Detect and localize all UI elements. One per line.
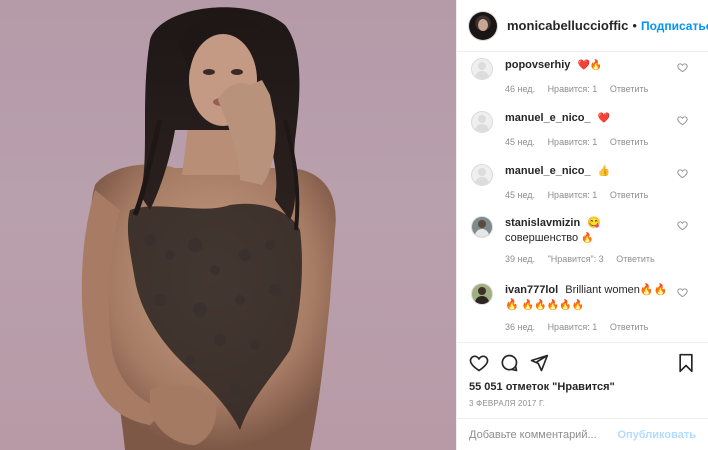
heart-icon[interactable]: [469, 353, 489, 373]
comment-item: popovserhiy ❤️🔥 46 нед. Нравится: 1 Отве…: [469, 58, 700, 106]
header-separator: •: [632, 18, 637, 33]
comment-emoji: 🔥: [581, 233, 594, 244]
comment-heart-icon[interactable]: [677, 220, 688, 231]
comment-body: manuel_e_nico_ 👍: [505, 164, 674, 179]
reply-button[interactable]: Ответить: [610, 190, 648, 200]
likes-number: 55 051: [469, 381, 503, 393]
add-comment-bar: Опубликовать: [457, 418, 708, 450]
comment-body: ivan777lol Brilliant women🔥🔥🔥 🔥🔥🔥🔥🔥: [505, 283, 674, 313]
comment-meta: 39 нед. "Нравится": 3 Ответить: [505, 254, 665, 264]
comment-heart-icon[interactable]: [677, 115, 688, 126]
comment-age: 46 нед.: [505, 84, 536, 94]
comment-body: manuel_e_nico_ ❤️: [505, 111, 674, 126]
comment-heart-icon[interactable]: [677, 62, 688, 73]
post-header: monicabelluccioffic • Подписаться: [457, 0, 708, 52]
likes-label: отметок "Нравится": [505, 381, 615, 393]
comment-username[interactable]: popovserhiy: [505, 59, 570, 71]
comment-age: 39 нед.: [505, 254, 536, 264]
comment-emoji: ❤️: [597, 113, 611, 124]
author-username[interactable]: monicabelluccioffic: [507, 18, 628, 33]
comment-age: 36 нед.: [505, 322, 536, 332]
comment-icon[interactable]: [499, 353, 519, 373]
commenter-avatar[interactable]: [471, 216, 493, 238]
action-icons-row: [469, 351, 696, 375]
comment-meta: 36 нед. Нравится: 1 Ответить: [505, 322, 658, 332]
comment-meta: 45 нед. Нравится: 1 Ответить: [505, 190, 658, 200]
comment-likes[interactable]: "Нравится": 3: [548, 254, 604, 264]
comment-item: ivan777lol Brilliant women🔥🔥🔥 🔥🔥🔥🔥🔥 36 н…: [469, 283, 700, 341]
comment-likes[interactable]: Нравится: 1: [548, 137, 598, 147]
post-photo-illustration: [81, 7, 336, 450]
commenter-avatar[interactable]: [471, 111, 493, 133]
paper-plane-icon[interactable]: [529, 353, 549, 373]
comment-username[interactable]: stanislavmizin: [505, 217, 580, 229]
comment-meta: 45 нед. Нравится: 1 Ответить: [505, 137, 658, 147]
commenter-avatar[interactable]: [471, 283, 493, 305]
comment-likes[interactable]: Нравится: 1: [548, 322, 598, 332]
post-date: 3 февраля 2017 г.: [469, 399, 545, 408]
comment-age: 45 нед.: [505, 190, 536, 200]
comment-age: 45 нед.: [505, 137, 536, 147]
comment-body: stanislavmizin 😋 совершенство 🔥: [505, 216, 674, 246]
publish-button[interactable]: Опубликовать: [617, 429, 696, 441]
comment-emoji: 🔥🔥🔥🔥🔥: [521, 300, 585, 311]
comment-username[interactable]: ivan777lol: [505, 284, 558, 296]
post-side-panel: monicabelluccioffic • Подписаться popovs…: [456, 0, 708, 450]
comment-body: popovserhiy ❤️🔥: [505, 58, 674, 73]
comment-username[interactable]: manuel_e_nico_: [505, 165, 591, 177]
comment-item: stanislavmizin 😋 совершенство 🔥 39 нед. …: [469, 216, 700, 276]
comment-emoji: 👍: [597, 166, 611, 177]
comment-heart-icon[interactable]: [677, 168, 688, 179]
reply-button[interactable]: Ответить: [616, 254, 654, 264]
comments-list[interactable]: popovserhiy ❤️🔥 46 нед. Нравится: 1 Отве…: [457, 52, 708, 342]
post-photo[interactable]: [0, 0, 456, 450]
reply-button[interactable]: Ответить: [610, 84, 648, 94]
likes-count[interactable]: 55 051 отметок "Нравится": [469, 381, 696, 393]
bookmark-icon[interactable]: [676, 353, 696, 373]
comment-meta: 46 нед. Нравится: 1 Ответить: [505, 84, 658, 94]
comment-input[interactable]: [469, 428, 618, 441]
comment-likes[interactable]: Нравится: 1: [548, 190, 598, 200]
instagram-post: monicabelluccioffic • Подписаться popovs…: [0, 0, 708, 450]
comment-username[interactable]: manuel_e_nico_: [505, 112, 591, 124]
comment-emoji: ❤️🔥: [577, 60, 603, 71]
author-avatar[interactable]: [469, 11, 497, 40]
commenter-avatar[interactable]: [471, 164, 493, 186]
reply-button[interactable]: Ответить: [610, 137, 648, 147]
comment-item: manuel_e_nico_ ❤️ 45 нед. Нравится: 1 От…: [469, 111, 700, 159]
reply-button[interactable]: Ответить: [610, 322, 648, 332]
follow-button[interactable]: Подписаться: [641, 19, 708, 33]
comment-heart-icon[interactable]: [677, 287, 688, 298]
commenter-avatar[interactable]: [471, 58, 493, 80]
comment-item: manuel_e_nico_ 👍 45 нед. Нравится: 1 Отв…: [469, 164, 700, 212]
comment-likes[interactable]: Нравится: 1: [548, 84, 598, 94]
